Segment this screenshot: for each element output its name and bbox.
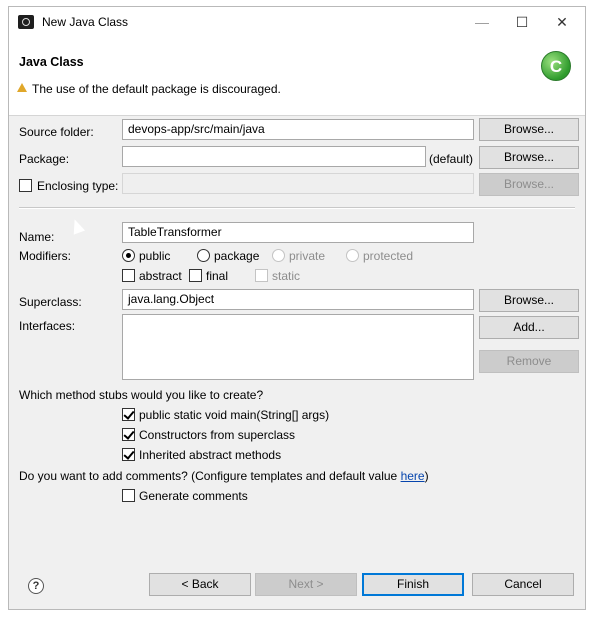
main-method-checkbox[interactable]	[122, 408, 135, 421]
radio-private[interactable]	[272, 249, 285, 262]
package-label: Package:	[19, 152, 70, 166]
radio-package[interactable]	[197, 249, 210, 262]
superclass-browse-button[interactable]: Browse...	[479, 289, 579, 312]
minimize-button[interactable]: —	[467, 12, 497, 32]
static-label: static	[272, 269, 301, 283]
name-label: Name:	[19, 230, 55, 244]
interfaces-list[interactable]	[122, 314, 474, 380]
source-folder-label: Source folder:	[19, 125, 94, 139]
generate-comments-label: Generate comments	[139, 489, 248, 503]
inherited-methods-checkbox[interactable]	[122, 448, 135, 461]
close-button[interactable]: ✕	[547, 12, 577, 32]
radio-public-label: public	[139, 249, 171, 263]
eclipse-app-icon	[18, 15, 34, 29]
window-title: New Java Class	[42, 15, 129, 29]
main-method-label: public static void main(String[] args)	[139, 408, 330, 422]
interfaces-label: Interfaces:	[19, 319, 76, 333]
abstract-label: abstract	[139, 269, 182, 283]
radio-public[interactable]	[122, 249, 135, 262]
superclass-field[interactable]: java.lang.Object	[122, 289, 474, 310]
radio-protected-label: protected	[363, 249, 414, 263]
package-field[interactable]	[122, 146, 426, 167]
back-button[interactable]: < Back	[149, 573, 251, 596]
constructors-label: Constructors from superclass	[139, 428, 296, 442]
comments-question-end: )	[424, 469, 429, 483]
generate-comments-checkbox[interactable]	[122, 489, 135, 502]
mouse-cursor-icon	[68, 217, 86, 235]
superclass-label: Superclass:	[19, 295, 82, 309]
enclosing-type-field[interactable]	[122, 173, 474, 194]
separator	[19, 207, 575, 209]
help-icon[interactable]: ?	[28, 578, 44, 594]
warning-message: The use of the default package is discou…	[32, 82, 281, 96]
package-browse-button[interactable]: Browse...	[479, 146, 579, 169]
enclosing-type-browse-button[interactable]: Browse...	[479, 173, 579, 196]
new-java-class-dialog: New Java Class — ☐ ✕ Java Class The use …	[8, 6, 586, 610]
configure-templates-link[interactable]: here	[401, 469, 425, 483]
inherited-methods-label: Inherited abstract methods	[139, 448, 282, 462]
comments-question: Do you want to add comments? (Configure …	[19, 469, 429, 483]
radio-private-label: private	[289, 249, 326, 263]
class-name-field[interactable]: TableTransformer	[122, 222, 474, 243]
enclosing-type-checkbox[interactable]	[19, 179, 32, 192]
source-folder-field[interactable]: devops-app/src/main/java	[122, 119, 474, 140]
radio-package-label: package	[214, 249, 260, 263]
source-folder-browse-button[interactable]: Browse...	[479, 118, 579, 141]
java-class-wizard-icon: C	[541, 51, 571, 81]
page-title: Java Class	[19, 55, 84, 69]
interfaces-remove-button[interactable]: Remove	[479, 350, 579, 373]
final-label: final	[206, 269, 229, 283]
wizard-header: Java Class The use of the default packag…	[9, 37, 585, 116]
finish-button[interactable]: Finish	[362, 573, 464, 596]
enclosing-type-label: Enclosing type:	[37, 179, 119, 193]
constructors-checkbox[interactable]	[122, 428, 135, 441]
package-default-label: (default)	[429, 152, 474, 166]
radio-protected[interactable]	[346, 249, 359, 262]
method-stubs-question: Which method stubs would you like to cre…	[19, 388, 264, 402]
static-checkbox[interactable]	[255, 269, 268, 282]
final-checkbox[interactable]	[189, 269, 202, 282]
modifiers-label: Modifiers:	[19, 249, 72, 263]
warning-icon	[17, 83, 27, 92]
abstract-checkbox[interactable]	[122, 269, 135, 282]
comments-question-text: Do you want to add comments? (Configure …	[19, 469, 401, 483]
next-button[interactable]: Next >	[255, 573, 357, 596]
title-bar: New Java Class — ☐ ✕	[9, 7, 585, 37]
interfaces-add-button[interactable]: Add...	[479, 316, 579, 339]
maximize-button[interactable]: ☐	[507, 12, 537, 32]
cancel-button[interactable]: Cancel	[472, 573, 574, 596]
